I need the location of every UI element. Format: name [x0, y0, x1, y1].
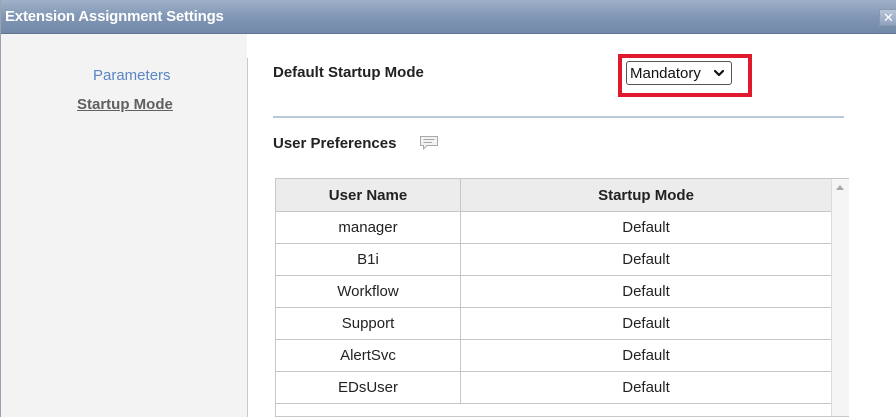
table-row[interactable]: B1i Default	[276, 244, 831, 276]
dialog-title: Extension Assignment Settings	[5, 8, 224, 25]
nav-divider	[247, 58, 248, 417]
close-button[interactable]: ✕	[879, 9, 896, 26]
table-row[interactable]: Support Default	[276, 308, 831, 340]
user-preferences-label: User Preferences	[273, 135, 397, 152]
startup-mode-cell[interactable]: Default	[461, 276, 831, 307]
user-name-cell: AlertSvc	[276, 340, 461, 371]
user-name-cell: EDsUser	[276, 372, 461, 403]
startup-mode-cell[interactable]: Default	[461, 372, 831, 403]
default-startup-mode-select[interactable]: Mandatory	[626, 61, 732, 85]
table-row[interactable]: EDsUser Default	[276, 372, 831, 404]
startup-mode-cell[interactable]: Default	[461, 308, 831, 339]
close-icon: ✕	[883, 9, 894, 25]
startup-mode-cell[interactable]: Default	[461, 212, 831, 243]
user-preferences-table: User Name Startup Mode manager Default B…	[275, 178, 849, 417]
column-header-user-name[interactable]: User Name	[276, 179, 461, 212]
left-nav-panel	[1, 34, 247, 417]
chevron-down-icon	[713, 69, 725, 77]
nav-item-parameters[interactable]: Parameters	[93, 67, 171, 84]
dialog-titlebar[interactable]: Extension Assignment Settings ✕	[1, 0, 896, 34]
nav-item-startup-mode[interactable]: Startup Mode	[77, 96, 173, 113]
column-header-startup-mode[interactable]: Startup Mode	[461, 179, 831, 212]
startup-mode-cell[interactable]: Default	[461, 340, 831, 371]
default-startup-mode-label: Default Startup Mode	[273, 64, 424, 81]
user-name-cell: B1i	[276, 244, 461, 275]
user-name-cell: Support	[276, 308, 461, 339]
table-header: User Name Startup Mode	[276, 179, 831, 212]
user-name-cell: Workflow	[276, 276, 461, 307]
table-row[interactable]: Workflow Default	[276, 276, 831, 308]
scroll-up-arrow-icon[interactable]	[836, 185, 844, 190]
comment-icon[interactable]	[419, 135, 439, 151]
table-scrollbar[interactable]	[831, 179, 849, 416]
extension-assignment-dialog: Extension Assignment Settings ✕ Paramete…	[0, 0, 896, 417]
user-name-cell: manager	[276, 212, 461, 243]
table-row[interactable]: manager Default	[276, 212, 831, 244]
startup-mode-cell[interactable]: Default	[461, 244, 831, 275]
section-divider	[273, 116, 844, 118]
table-row[interactable]: AlertSvc Default	[276, 340, 831, 372]
select-value: Mandatory	[630, 64, 701, 82]
